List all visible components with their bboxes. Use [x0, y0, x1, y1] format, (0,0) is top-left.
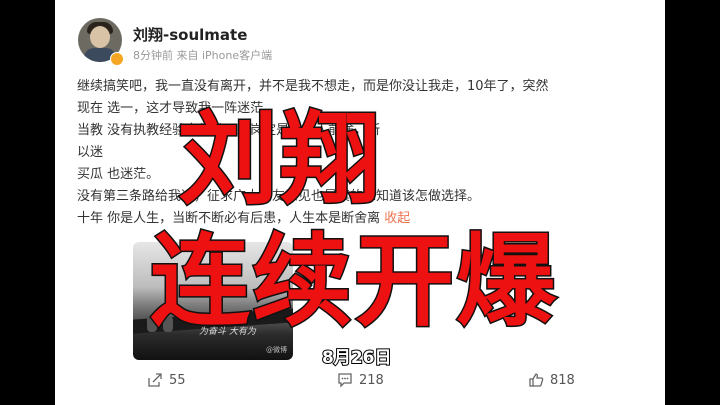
comment-icon	[338, 373, 352, 388]
post-meta: 8分钟前 来自 iPhone客户端	[133, 47, 272, 63]
comment-button[interactable]: 218	[337, 372, 384, 388]
username[interactable]: 刘翔-soulmate	[133, 24, 247, 45]
share-count: 55	[169, 372, 186, 388]
like-count: 818	[550, 372, 575, 388]
avatar-face	[90, 26, 110, 48]
post-source: 来自 iPhone客户端	[176, 49, 273, 62]
like-button[interactable]: 818	[528, 372, 575, 388]
share-button[interactable]: 55	[147, 372, 186, 388]
share-icon	[148, 373, 162, 387]
date-label: 8月26日	[321, 347, 392, 369]
thumbnail-watermark: @微博	[266, 346, 287, 354]
thumbs-up-icon	[529, 373, 544, 387]
comment-count: 218	[359, 372, 384, 388]
post-time: 8分钟前	[133, 49, 173, 62]
verified-badge-icon	[110, 52, 124, 66]
overlay-title-line2: 连续开爆	[149, 222, 558, 342]
